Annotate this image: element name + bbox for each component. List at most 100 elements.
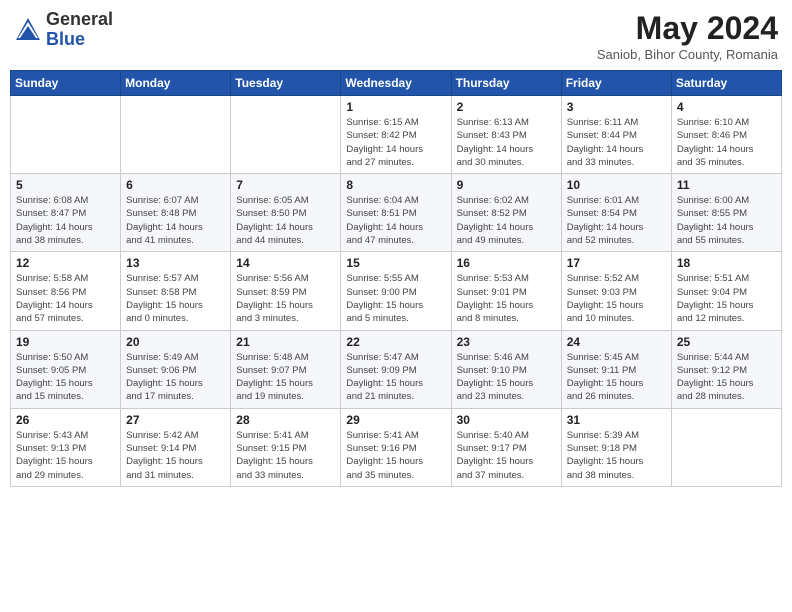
day-info: Sunrise: 6:07 AMSunset: 8:48 PMDaylight:… (126, 194, 225, 247)
day-number: 22 (346, 335, 445, 349)
calendar-cell: 22 Sunrise: 5:47 AMSunset: 9:09 PMDayligh… (341, 330, 451, 408)
day-info: Sunrise: 6:00 AMSunset: 8:55 PMDaylight:… (677, 194, 776, 247)
calendar-cell: 31Sunrise: 5:39 AMSunset: 9:18 PMDayligh… (561, 408, 671, 486)
calendar-cell: 10 Sunrise: 6:01 AMSunset: 8:54 PMDayligh… (561, 174, 671, 252)
day-number: 19 (16, 335, 115, 349)
day-info: Sunrise: 5:41 AMSunset: 9:16 PMDaylight:… (346, 429, 445, 482)
day-info: Sunrise: 5:52 AMSunset: 9:03 PMDaylight:… (567, 272, 666, 325)
day-info: Sunrise: 5:51 AMSunset: 9:04 PMDaylight:… (677, 272, 776, 325)
day-info: Sunrise: 5:45 AMSunset: 9:11 PMDaylight:… (567, 351, 666, 404)
day-number: 4 (677, 100, 776, 114)
day-info: Sunrise: 6:01 AMSunset: 8:54 PMDaylight:… (567, 194, 666, 247)
day-number: 15 (346, 256, 445, 270)
calendar-cell: 16Sunrise: 5:53 AMSunset: 9:01 PMDayligh… (451, 252, 561, 330)
day-info: Sunrise: 5:57 AMSunset: 8:58 PMDaylight:… (126, 272, 225, 325)
day-info: Sunrise: 5:46 AMSunset: 9:10 PMDaylight:… (457, 351, 556, 404)
calendar-cell: 5 Sunrise: 6:08 AMSunset: 8:47 PMDaylight… (11, 174, 121, 252)
day-number: 2 (457, 100, 556, 114)
day-number: 7 (236, 178, 335, 192)
calendar-cell: 25 Sunrise: 5:44 AMSunset: 9:12 PMDayligh… (671, 330, 781, 408)
day-info: Sunrise: 5:50 AMSunset: 9:05 PMDaylight:… (16, 351, 115, 404)
logo: General Blue (14, 10, 113, 50)
calendar-cell: 19 Sunrise: 5:50 AMSunset: 9:05 PMDayligh… (11, 330, 121, 408)
calendar-cell: 26 Sunrise: 5:43 AMSunset: 9:13 PMDayligh… (11, 408, 121, 486)
day-info: Sunrise: 5:39 AMSunset: 9:18 PMDaylight:… (567, 429, 666, 482)
calendar-cell: 20Sunrise: 5:49 AMSunset: 9:06 PMDayligh… (121, 330, 231, 408)
weekday-header-monday: Monday (121, 71, 231, 96)
calendar-cell: 11Sunrise: 6:00 AMSunset: 8:55 PMDayligh… (671, 174, 781, 252)
day-number: 20 (126, 335, 225, 349)
day-number: 1 (346, 100, 445, 114)
calendar-cell: 13Sunrise: 5:57 AMSunset: 8:58 PMDayligh… (121, 252, 231, 330)
calendar-cell: 15 Sunrise: 5:55 AMSunset: 9:00 PMDayligh… (341, 252, 451, 330)
day-number: 23 (457, 335, 556, 349)
day-info: Sunrise: 5:56 AMSunset: 8:59 PMDaylight:… (236, 272, 335, 325)
day-info: Sunrise: 6:15 AMSunset: 8:42 PMDaylight:… (346, 116, 445, 169)
day-info: Sunrise: 5:48 AMSunset: 9:07 PMDaylight:… (236, 351, 335, 404)
calendar-cell (231, 96, 341, 174)
calendar-week-5: 26 Sunrise: 5:43 AMSunset: 9:13 PMDayligh… (11, 408, 782, 486)
weekday-header-thursday: Thursday (451, 71, 561, 96)
calendar-cell: 18 Sunrise: 5:51 AMSunset: 9:04 PMDayligh… (671, 252, 781, 330)
calendar-cell: 4 Sunrise: 6:10 AMSunset: 8:46 PMDaylight… (671, 96, 781, 174)
day-number: 17 (567, 256, 666, 270)
calendar-cell: 3Sunrise: 6:11 AMSunset: 8:44 PMDaylight… (561, 96, 671, 174)
calendar-cell: 21 Sunrise: 5:48 AMSunset: 9:07 PMDayligh… (231, 330, 341, 408)
day-info: Sunrise: 5:42 AMSunset: 9:14 PMDaylight:… (126, 429, 225, 482)
calendar-cell: 29Sunrise: 5:41 AMSunset: 9:16 PMDayligh… (341, 408, 451, 486)
calendar-header-row: SundayMondayTuesdayWednesdayThursdayFrid… (11, 71, 782, 96)
day-info: Sunrise: 6:10 AMSunset: 8:46 PMDaylight:… (677, 116, 776, 169)
calendar-cell: 9 Sunrise: 6:02 AMSunset: 8:52 PMDaylight… (451, 174, 561, 252)
day-number: 16 (457, 256, 556, 270)
day-number: 25 (677, 335, 776, 349)
day-number: 24 (567, 335, 666, 349)
calendar-cell (121, 96, 231, 174)
logo-general-text: General (46, 9, 113, 29)
calendar-cell: 30Sunrise: 5:40 AMSunset: 9:17 PMDayligh… (451, 408, 561, 486)
page-header: General Blue May 2024 Saniob, Bihor Coun… (10, 10, 782, 62)
day-number: 6 (126, 178, 225, 192)
weekday-header-sunday: Sunday (11, 71, 121, 96)
day-number: 9 (457, 178, 556, 192)
day-info: Sunrise: 5:43 AMSunset: 9:13 PMDaylight:… (16, 429, 115, 482)
day-info: Sunrise: 5:55 AMSunset: 9:00 PMDaylight:… (346, 272, 445, 325)
day-number: 10 (567, 178, 666, 192)
day-info: Sunrise: 6:04 AMSunset: 8:51 PMDaylight:… (346, 194, 445, 247)
day-number: 14 (236, 256, 335, 270)
weekday-header-wednesday: Wednesday (341, 71, 451, 96)
day-number: 5 (16, 178, 115, 192)
day-info: Sunrise: 6:08 AMSunset: 8:47 PMDaylight:… (16, 194, 115, 247)
day-info: Sunrise: 5:47 AMSunset: 9:09 PMDaylight:… (346, 351, 445, 404)
calendar-cell: 7Sunrise: 6:05 AMSunset: 8:50 PMDaylight… (231, 174, 341, 252)
day-info: Sunrise: 5:44 AMSunset: 9:12 PMDaylight:… (677, 351, 776, 404)
calendar-cell: 17 Sunrise: 5:52 AMSunset: 9:03 PMDayligh… (561, 252, 671, 330)
day-info: Sunrise: 6:02 AMSunset: 8:52 PMDaylight:… (457, 194, 556, 247)
day-number: 28 (236, 413, 335, 427)
month-title: May 2024 (597, 10, 778, 47)
day-number: 30 (457, 413, 556, 427)
calendar-cell: 23 Sunrise: 5:46 AMSunset: 9:10 PMDayligh… (451, 330, 561, 408)
day-number: 21 (236, 335, 335, 349)
calendar-week-3: 12 Sunrise: 5:58 AMSunset: 8:56 PMDayligh… (11, 252, 782, 330)
day-number: 12 (16, 256, 115, 270)
day-number: 18 (677, 256, 776, 270)
day-number: 27 (126, 413, 225, 427)
calendar-cell: 14 Sunrise: 5:56 AMSunset: 8:59 PMDayligh… (231, 252, 341, 330)
calendar-cell: 24 Sunrise: 5:45 AMSunset: 9:11 PMDayligh… (561, 330, 671, 408)
calendar-week-4: 19 Sunrise: 5:50 AMSunset: 9:05 PMDayligh… (11, 330, 782, 408)
calendar-cell: 27 Sunrise: 5:42 AMSunset: 9:14 PMDayligh… (121, 408, 231, 486)
calendar-cell: 12 Sunrise: 5:58 AMSunset: 8:56 PMDayligh… (11, 252, 121, 330)
calendar-cell (11, 96, 121, 174)
day-info: Sunrise: 5:58 AMSunset: 8:56 PMDaylight:… (16, 272, 115, 325)
calendar-cell: 2Sunrise: 6:13 AMSunset: 8:43 PMDaylight… (451, 96, 561, 174)
day-number: 3 (567, 100, 666, 114)
day-number: 26 (16, 413, 115, 427)
weekday-header-tuesday: Tuesday (231, 71, 341, 96)
calendar-cell: 1 Sunrise: 6:15 AMSunset: 8:42 PMDaylight… (341, 96, 451, 174)
title-block: May 2024 Saniob, Bihor County, Romania (597, 10, 778, 62)
weekday-header-friday: Friday (561, 71, 671, 96)
calendar-cell: 8 Sunrise: 6:04 AMSunset: 8:51 PMDaylight… (341, 174, 451, 252)
calendar-week-2: 5 Sunrise: 6:08 AMSunset: 8:47 PMDaylight… (11, 174, 782, 252)
day-number: 8 (346, 178, 445, 192)
calendar-table: SundayMondayTuesdayWednesdayThursdayFrid… (10, 70, 782, 487)
